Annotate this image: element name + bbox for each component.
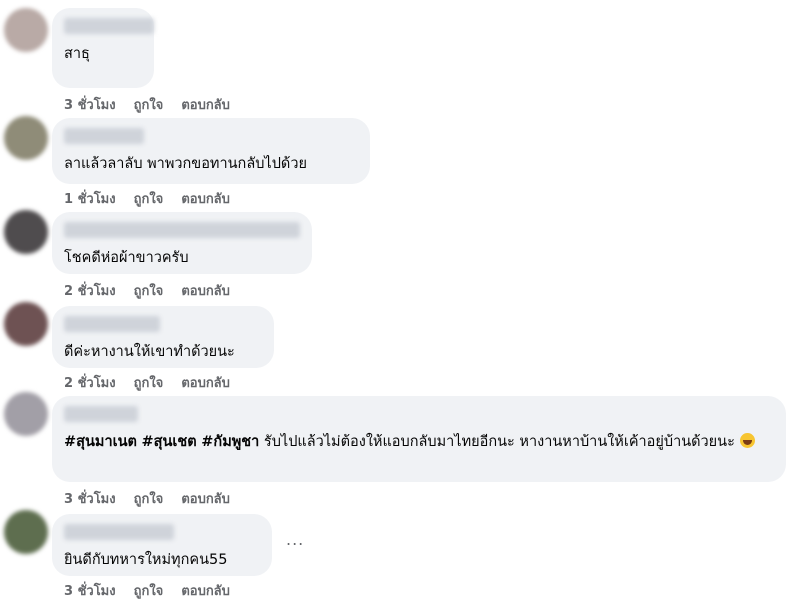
comment-actions: 3 ชั่วโมง ถูกใจ ตอบกลับ — [64, 580, 248, 601]
author-name-blurred[interactable] — [64, 524, 174, 540]
comment-timestamp[interactable]: 3 ชั่วโมง — [64, 98, 116, 113]
comment-bubble: ลาแล้วลาลับ พาพวกขอทานกลับไปด้วย — [52, 118, 370, 184]
comment-body: รับไปแล้วไม่ต้องให้แอบกลับมาไทยอีกนะ หาง… — [263, 434, 735, 450]
comment-text: ลาแล้วลาลับ พาพวกขอทานกลับไปด้วย — [64, 156, 307, 172]
avatar[interactable] — [4, 116, 48, 160]
comment-actions: 2 ชั่วโมง ถูกใจ ตอบกลับ — [64, 280, 248, 301]
laughing-crying-emoji-icon — [739, 433, 755, 448]
comment-actions: 3 ชั่วโมง ถูกใจ ตอบกลับ — [64, 488, 248, 509]
avatar[interactable] — [4, 8, 48, 52]
hashtag-link[interactable]: #สุนมาเนต — [64, 434, 137, 450]
comment-text: สาธุ — [64, 46, 90, 62]
comment-text: ยินดีกับทหารใหม่ทุกคน55 — [64, 552, 228, 568]
like-button[interactable]: ถูกใจ — [134, 492, 164, 507]
like-button[interactable]: ถูกใจ — [134, 584, 164, 599]
like-button[interactable]: ถูกใจ — [134, 98, 164, 113]
hashtag-link[interactable]: #กัมพูชา — [201, 434, 259, 450]
like-button[interactable]: ถูกใจ — [134, 376, 164, 391]
hashtag-link[interactable]: #สุนเชต — [142, 434, 197, 450]
author-name-blurred[interactable] — [64, 222, 300, 238]
comment-text: ดีค่ะหางานให้เขาทำด้วยนะ — [64, 344, 235, 360]
comment-bubble: ดีค่ะหางานให้เขาทำด้วยนะ — [52, 306, 274, 368]
reply-button[interactable]: ตอบกลับ — [181, 584, 230, 599]
reply-button[interactable]: ตอบกลับ — [181, 492, 230, 507]
author-name-blurred[interactable] — [64, 316, 160, 332]
comment-actions: 1 ชั่วโมง ถูกใจ ตอบกลับ — [64, 188, 248, 209]
comment-timestamp[interactable]: 3 ชั่วโมง — [64, 584, 116, 599]
author-name-blurred[interactable] — [64, 128, 144, 144]
comment-timestamp[interactable]: 2 ชั่วโมง — [64, 284, 116, 299]
comment-timestamp[interactable]: 3 ชั่วโมง — [64, 492, 116, 507]
comment-bubble: สาธุ — [52, 8, 154, 88]
comment-timestamp[interactable]: 1 ชั่วโมง — [64, 192, 116, 207]
more-options-button[interactable]: ... — [286, 530, 304, 549]
avatar[interactable] — [4, 210, 48, 254]
comment-timestamp[interactable]: 2 ชั่วโมง — [64, 376, 116, 391]
comment-bubble: ยินดีกับทหารใหม่ทุกคน55 — [52, 514, 272, 576]
comment-bubble: #สุนมาเนต #สุนเชต #กัมพูชา รับไปแล้วไม่ต… — [52, 396, 786, 482]
reply-button[interactable]: ตอบกลับ — [181, 98, 230, 113]
comment-bubble: โชคดีห่อผ้าขาวครับ — [52, 212, 312, 274]
avatar[interactable] — [4, 302, 48, 346]
author-name-blurred[interactable] — [64, 18, 154, 34]
comment-actions: 3 ชั่วโมง ถูกใจ ตอบกลับ — [64, 94, 248, 115]
author-name-blurred[interactable] — [64, 406, 138, 422]
like-button[interactable]: ถูกใจ — [134, 284, 164, 299]
like-button[interactable]: ถูกใจ — [134, 192, 164, 207]
avatar[interactable] — [4, 392, 48, 436]
reply-button[interactable]: ตอบกลับ — [181, 284, 230, 299]
comment-text: #สุนมาเนต #สุนเชต #กัมพูชา รับไปแล้วไม่ต… — [64, 432, 774, 452]
avatar[interactable] — [4, 510, 48, 554]
comment-text: โชคดีห่อผ้าขาวครับ — [64, 250, 189, 266]
reply-button[interactable]: ตอบกลับ — [181, 192, 230, 207]
reply-button[interactable]: ตอบกลับ — [181, 376, 230, 391]
comment-actions: 2 ชั่วโมง ถูกใจ ตอบกลับ — [64, 372, 248, 393]
